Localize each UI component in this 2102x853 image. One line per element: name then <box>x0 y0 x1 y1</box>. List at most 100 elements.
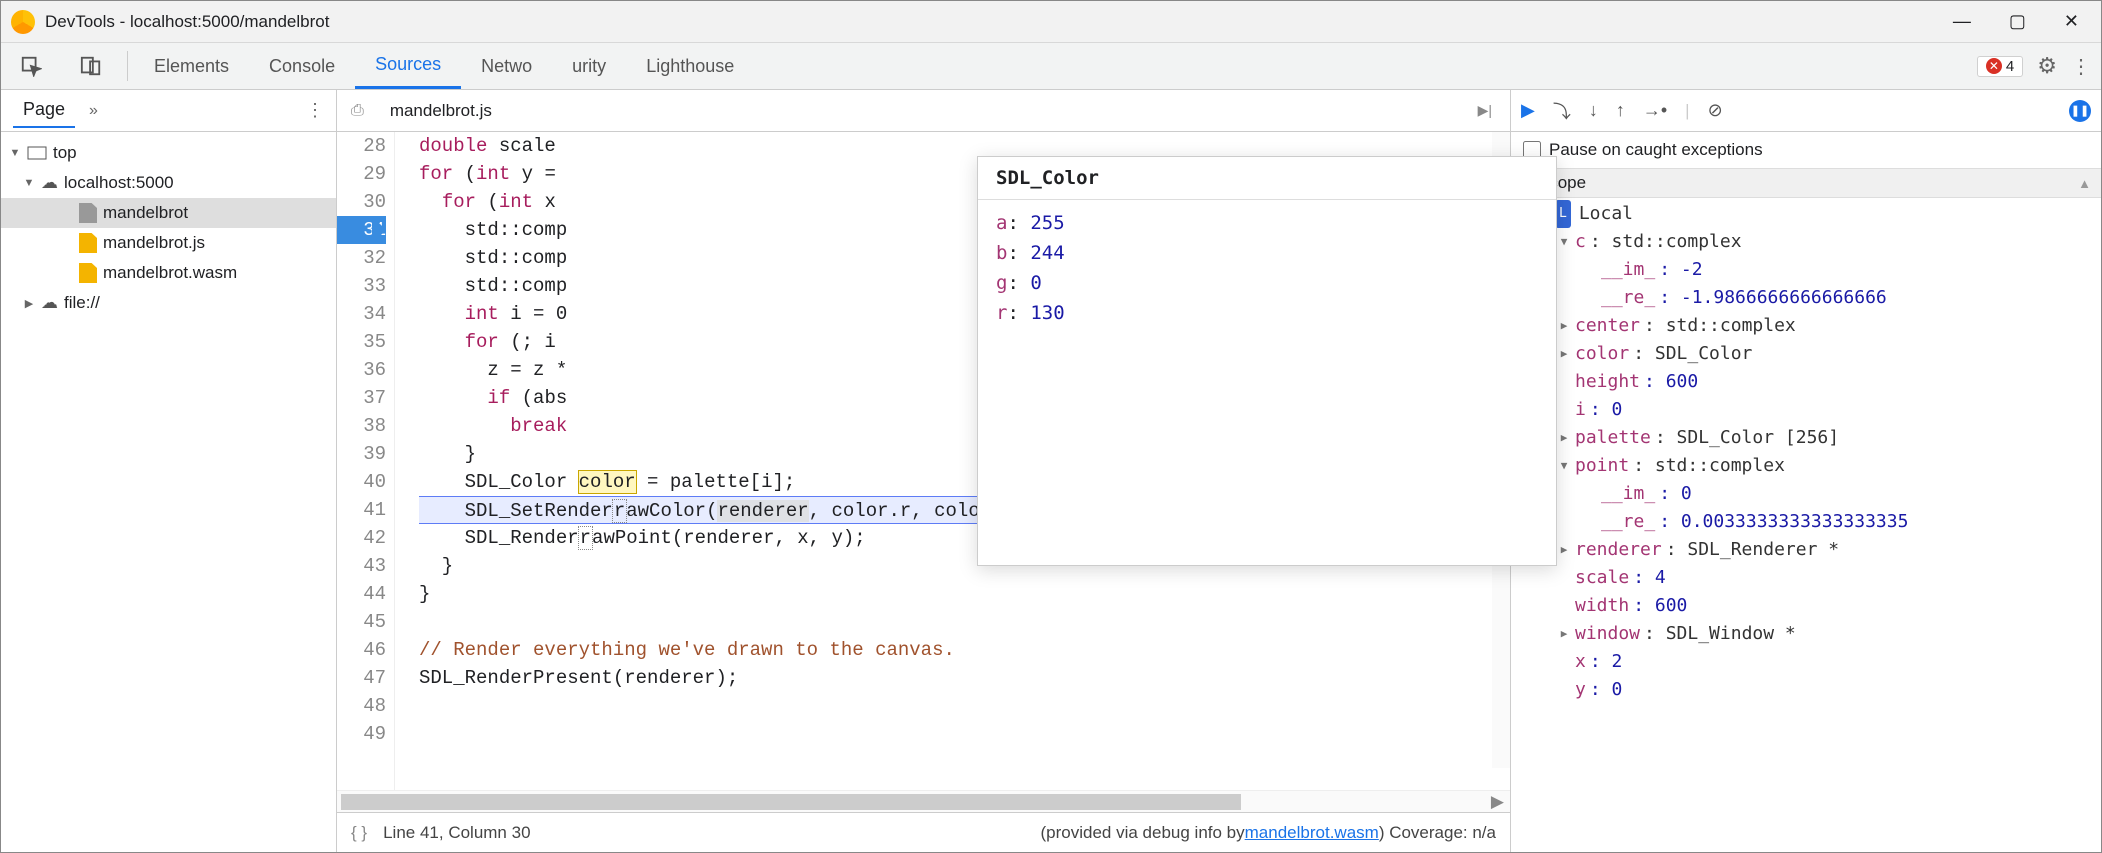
scope-row[interactable]: ▶palette: SDL_Color [256] <box>1521 424 2101 452</box>
editor-tab[interactable]: mandelbrot.js <box>380 97 502 125</box>
scope-row[interactable]: ▼LLocal <box>1521 200 2101 228</box>
scope-row[interactable]: ▶center: std::complex <box>1521 312 2101 340</box>
tree-item[interactable]: ▼top <box>1 138 336 168</box>
disclosure-icon[interactable]: ▼ <box>1557 452 1571 480</box>
horizontal-scrollbar[interactable]: ▶ <box>337 790 1510 812</box>
tab-lighthouse[interactable]: Lighthouse <box>626 43 754 89</box>
tree-item[interactable]: ▶☁file:// <box>1 288 336 318</box>
scope-row[interactable]: __re_: -1.9866666666666666 <box>1521 284 2101 312</box>
line-number[interactable]: 48 <box>337 692 386 720</box>
line-number[interactable]: 34 <box>337 300 386 328</box>
step-icon[interactable]: →• <box>1643 100 1667 121</box>
disclosure-icon[interactable]: ▶ <box>1557 340 1571 368</box>
line-number[interactable]: 42 <box>337 524 386 552</box>
disclosure-icon[interactable]: ▼ <box>9 147 21 159</box>
line-number[interactable]: 35 <box>337 328 386 356</box>
code-line[interactable] <box>419 692 1510 720</box>
scope-row[interactable]: __re_: 0.0033333333333333335 <box>1521 508 2101 536</box>
settings-icon[interactable]: ⚙ <box>2037 53 2057 79</box>
tree-item[interactable]: mandelbrot.wasm <box>1 258 336 288</box>
minimize-icon[interactable]: — <box>1953 11 1971 32</box>
line-number[interactable]: 38 <box>337 412 386 440</box>
line-number[interactable]: 36 <box>337 356 386 384</box>
code-line[interactable] <box>419 720 1510 748</box>
tree-item[interactable]: ▼☁localhost:5000 <box>1 168 336 198</box>
tab-sources[interactable]: Sources <box>355 43 461 89</box>
line-number[interactable]: 41 <box>337 496 386 524</box>
line-number[interactable]: 44 <box>337 580 386 608</box>
gutter[interactable]: 2829303132333435363738394041424344454647… <box>337 132 395 790</box>
step-over-icon[interactable]: ⤵ <box>1553 98 1571 124</box>
line-number[interactable]: 31 <box>337 216 386 244</box>
resume-icon[interactable]: ▶ <box>1521 100 1535 121</box>
scope-row[interactable]: scale: 4 <box>1521 564 2101 592</box>
error-badge[interactable]: ✕ 4 <box>1977 56 2023 77</box>
tab-elements[interactable]: Elements <box>134 43 249 89</box>
page-tab[interactable]: Page <box>13 93 75 128</box>
file-icon <box>79 263 97 283</box>
code-line[interactable]: // Render everything we've drawn to the … <box>419 636 1510 664</box>
line-number[interactable]: 47 <box>337 664 386 692</box>
line-number[interactable]: 45 <box>337 608 386 636</box>
line-number[interactable]: 29 <box>337 160 386 188</box>
scope-row[interactable]: width: 600 <box>1521 592 2101 620</box>
inspect-icon[interactable] <box>1 43 61 89</box>
line-number[interactable]: 28 <box>337 132 386 160</box>
chevron-icon[interactable]: » <box>89 102 98 120</box>
braces-icon[interactable]: { } <box>351 823 367 843</box>
kebab-icon[interactable]: ⋮ <box>2071 54 2091 79</box>
maximize-icon[interactable]: ▢ <box>2009 11 2026 32</box>
scope-row[interactable]: ▶window: SDL_Window * <box>1521 620 2101 648</box>
disclosure-icon[interactable]: ▼ <box>1557 228 1571 256</box>
code-line[interactable]: } <box>419 580 1510 608</box>
nav-back-icon[interactable]: ⎙ <box>345 102 370 120</box>
disclosure-icon[interactable]: ▶ <box>1557 536 1571 564</box>
code-line[interactable]: SDL_RenderPresent(renderer); <box>419 664 1510 692</box>
step-out-icon[interactable]: ↑ <box>1616 100 1625 121</box>
line-number[interactable]: 43 <box>337 552 386 580</box>
disclosure-icon[interactable]: ▶ <box>23 297 35 310</box>
tab-console[interactable]: Console <box>249 43 355 89</box>
scope-row[interactable]: x: 2 <box>1521 648 2101 676</box>
disclosure-icon[interactable]: ▼ <box>23 177 35 189</box>
close-icon[interactable]: ✕ <box>2064 11 2079 32</box>
cloud-icon: ☁ <box>41 293 58 313</box>
scope-row[interactable]: i: 0 <box>1521 396 2101 424</box>
scope-row[interactable]: ▶color: SDL_Color <box>1521 340 2101 368</box>
line-number[interactable]: 37 <box>337 384 386 412</box>
scope-row[interactable]: ▼point: std::complex <box>1521 452 2101 480</box>
disclosure-icon[interactable]: ▶ <box>1557 312 1571 340</box>
line-number[interactable]: 39 <box>337 440 386 468</box>
scope-key: center <box>1575 312 1640 340</box>
more-icon[interactable]: ⋮ <box>306 100 324 121</box>
pause-caught-row[interactable]: Pause on caught exceptions <box>1511 132 2101 168</box>
code-line[interactable] <box>419 608 1510 636</box>
line-number[interactable]: 46 <box>337 636 386 664</box>
line-number[interactable]: 40 <box>337 468 386 496</box>
device-icon[interactable] <box>61 43 121 89</box>
scope-tree[interactable]: ▼LLocal▼c: std::complex__im_: -2__re_: -… <box>1511 198 2101 714</box>
tab-urity[interactable]: urity <box>552 43 626 89</box>
wasm-link[interactable]: mandelbrot.wasm <box>1245 823 1379 843</box>
scope-row[interactable]: ▼c: std::complex <box>1521 228 2101 256</box>
scope-row[interactable]: y: 0 <box>1521 676 2101 704</box>
scope-val: : -1.9866666666666666 <box>1659 284 1887 312</box>
tree-item[interactable]: mandelbrot.js <box>1 228 336 258</box>
scope-row[interactable]: __im_: -2 <box>1521 256 2101 284</box>
scope-row[interactable]: __im_: 0 <box>1521 480 2101 508</box>
step-into-icon[interactable]: ↓ <box>1589 100 1598 121</box>
line-number[interactable]: 32 <box>337 244 386 272</box>
disclosure-icon[interactable]: ▶ <box>1557 620 1571 648</box>
line-number[interactable]: 30 <box>337 188 386 216</box>
scope-row[interactable]: ▶renderer: SDL_Renderer * <box>1521 536 2101 564</box>
scope-header[interactable]: ▼ Scope ▲ <box>1511 168 2101 198</box>
run-snippet-icon[interactable]: ▶| <box>1478 102 1502 119</box>
line-number[interactable]: 33 <box>337 272 386 300</box>
deactivate-bp-icon[interactable]: ⊘ <box>1708 100 1723 121</box>
disclosure-icon[interactable]: ▶ <box>1557 424 1571 452</box>
pause-exceptions-icon[interactable]: ❚❚ <box>2069 100 2091 122</box>
scope-row[interactable]: height: 600 <box>1521 368 2101 396</box>
tree-item[interactable]: mandelbrot <box>1 198 336 228</box>
line-number[interactable]: 49 <box>337 720 386 748</box>
tab-netwo[interactable]: Netwo <box>461 43 552 89</box>
